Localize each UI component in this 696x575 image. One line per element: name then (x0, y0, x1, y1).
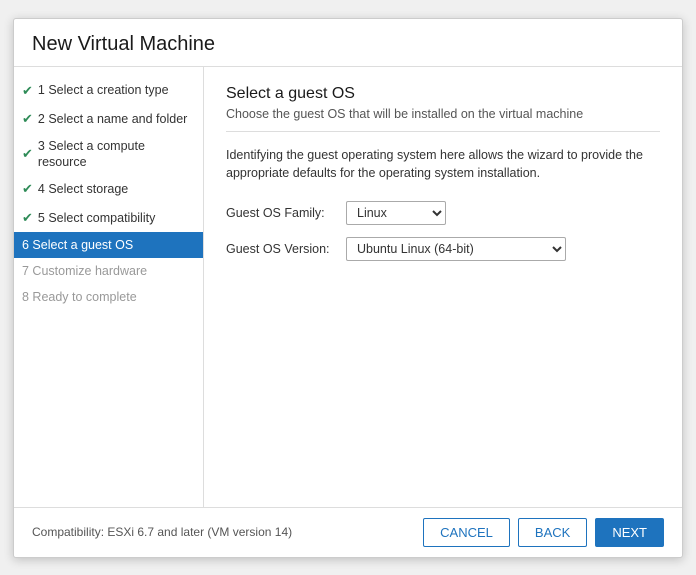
new-vm-dialog: New Virtual Machine ✔ 1 Select a creation… (13, 18, 683, 558)
section-subtitle: Choose the guest OS that will be install… (226, 107, 660, 132)
sidebar-item-step4[interactable]: ✔ 4 Select storage (14, 175, 203, 203)
sidebar-item-step3[interactable]: ✔ 3 Select a compute resource (14, 133, 203, 176)
back-button[interactable]: BACK (518, 518, 587, 547)
cancel-button[interactable]: CANCEL (423, 518, 510, 547)
check-icon: ✔ (22, 209, 33, 227)
next-button[interactable]: NEXT (595, 518, 664, 547)
footer-buttons: CANCEL BACK NEXT (423, 518, 664, 547)
sidebar-item-label: 6 Select a guest OS (22, 237, 133, 253)
version-select[interactable]: Ubuntu Linux (64-bit)Ubuntu Linux (32-bi… (346, 237, 566, 261)
info-text: Identifying the guest operating system h… (226, 146, 660, 184)
sidebar-item-step5[interactable]: ✔ 5 Select compatibility (14, 204, 203, 232)
sidebar-item-label: 5 Select compatibility (38, 210, 155, 226)
dialog-footer: Compatibility: ESXi 6.7 and later (VM ve… (14, 507, 682, 557)
main-content: Select a guest OS Choose the guest OS th… (204, 67, 682, 507)
sidebar-item-step1[interactable]: ✔ 1 Select a creation type (14, 77, 203, 105)
family-row: Guest OS Family: LinuxWindowsOther (226, 201, 660, 225)
family-label: Guest OS Family: (226, 206, 346, 220)
check-icon: ✔ (22, 110, 33, 128)
sidebar-item-step2[interactable]: ✔ 2 Select a name and folder (14, 105, 203, 133)
version-label: Guest OS Version: (226, 242, 346, 256)
sidebar-item-step7: 7 Customize hardware (14, 258, 203, 284)
sidebar-item-step6[interactable]: 6 Select a guest OS (14, 232, 203, 258)
sidebar-item-label: 7 Customize hardware (22, 263, 147, 279)
dialog-body: ✔ 1 Select a creation type ✔ 2 Select a nam… (14, 67, 682, 507)
sidebar-item-label: 1 Select a creation type (38, 82, 169, 98)
sidebar-item-step8: 8 Ready to complete (14, 284, 203, 310)
sidebar-item-label: 4 Select storage (38, 181, 128, 197)
compatibility-text: Compatibility: ESXi 6.7 and later (VM ve… (32, 525, 292, 539)
check-icon: ✔ (22, 180, 33, 198)
family-select[interactable]: LinuxWindowsOther (346, 201, 446, 225)
sidebar-item-label: 8 Ready to complete (22, 289, 137, 305)
section-title: Select a guest OS (226, 85, 660, 103)
check-icon: ✔ (22, 145, 33, 163)
sidebar-item-label: 2 Select a name and folder (38, 111, 187, 127)
dialog-title: New Virtual Machine (14, 19, 682, 67)
version-row: Guest OS Version: Ubuntu Linux (64-bit)U… (226, 237, 660, 261)
sidebar-item-label: 3 Select a compute resource (38, 138, 193, 171)
wizard-sidebar: ✔ 1 Select a creation type ✔ 2 Select a nam… (14, 67, 204, 507)
check-icon: ✔ (22, 82, 33, 100)
